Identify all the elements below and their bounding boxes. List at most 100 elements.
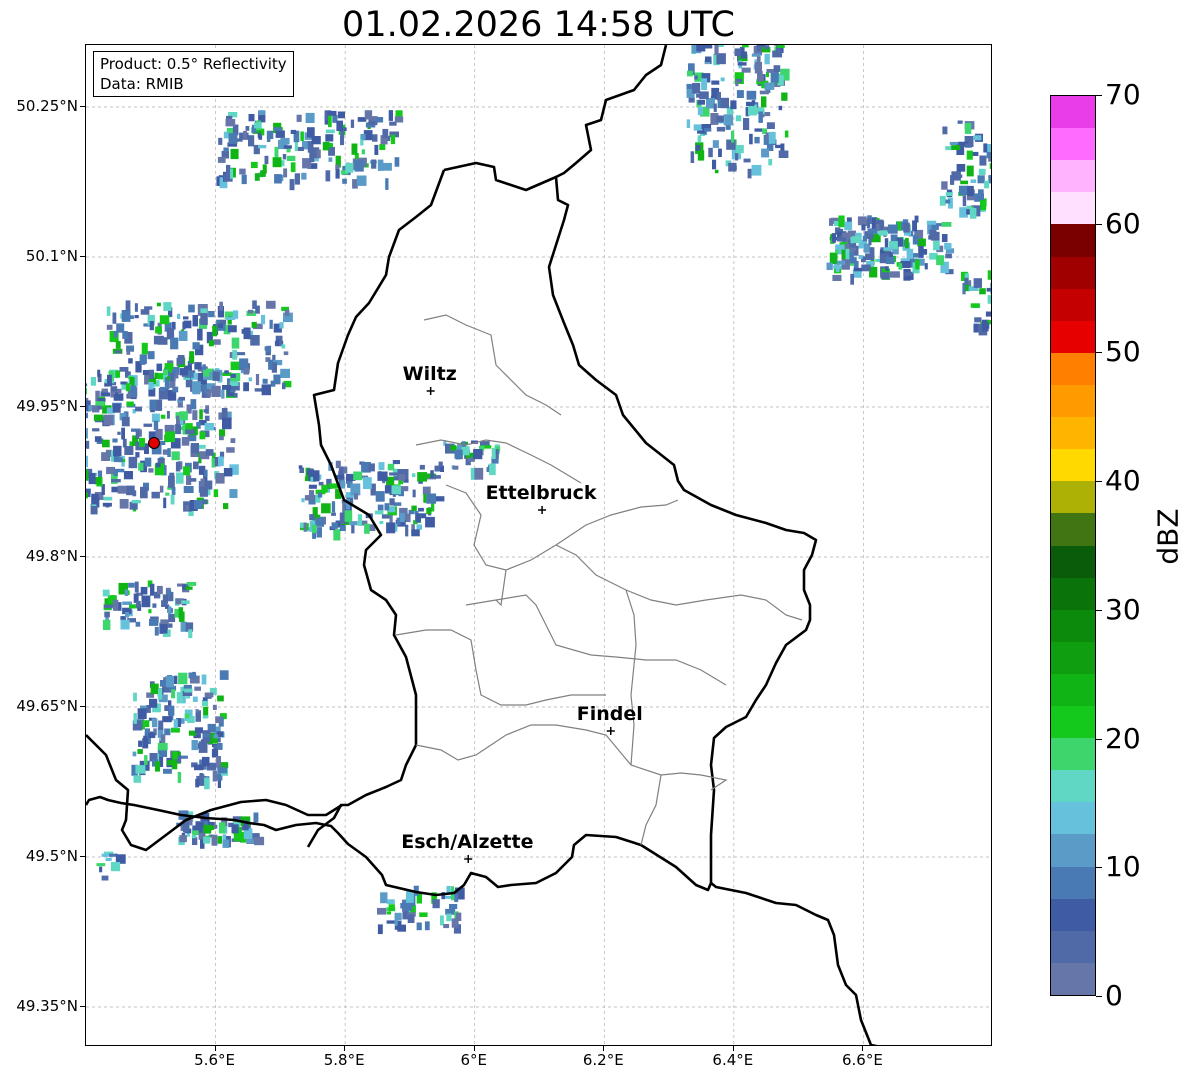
echo-pixel	[394, 157, 400, 167]
echo-pixel	[183, 466, 191, 476]
echo-pixel	[213, 704, 217, 710]
echo-pixel	[203, 836, 211, 844]
echo-pixel	[86, 383, 88, 387]
echo-pixel	[170, 727, 180, 733]
echo-pixel	[243, 382, 249, 392]
echo-pixel	[951, 171, 961, 181]
echo-pixel	[211, 458, 215, 468]
echo-pixel	[262, 378, 268, 384]
echo-pixel	[163, 302, 172, 311]
echo-pixel	[236, 138, 243, 142]
echo-pixel	[165, 492, 170, 496]
echo-pixel	[149, 321, 154, 331]
echo-pixel	[382, 162, 392, 171]
echo-pixel	[294, 173, 300, 185]
echo-pixel	[449, 904, 458, 909]
echo-pixel	[331, 512, 336, 516]
echo-pixel	[203, 368, 210, 377]
echo-pixel	[213, 339, 221, 345]
echo-pixel	[741, 67, 751, 73]
echo-pixel	[418, 507, 424, 512]
radar-map[interactable]	[85, 44, 992, 1046]
lon-tick-label: 5.6°E	[194, 1051, 235, 1069]
echo-pixel	[973, 278, 982, 288]
echo-pixel	[336, 120, 343, 131]
echo-pixel	[274, 146, 279, 158]
echo-pixel	[167, 760, 177, 766]
echo-pixel	[193, 500, 203, 509]
echo-pixel	[215, 716, 222, 724]
echo-pixel	[350, 119, 355, 128]
echo-pixel	[473, 449, 483, 460]
echo-pixel	[857, 216, 867, 226]
lat-tick-label: 50.25°N	[16, 97, 78, 115]
echo-pixel	[979, 155, 987, 166]
echo-pixel	[100, 392, 111, 397]
echo-pixel	[204, 415, 210, 421]
echo-pixel	[177, 771, 182, 783]
echo-pixel	[335, 164, 340, 170]
echo-pixel	[867, 228, 878, 234]
echo-pixel	[982, 321, 989, 332]
echo-pixel	[166, 410, 170, 419]
echo-pixel	[112, 312, 117, 324]
echo-pixel	[279, 322, 284, 329]
colorbar-segment	[1051, 127, 1095, 161]
colorbar-tick-mark	[1096, 223, 1102, 225]
city-marker	[464, 855, 473, 863]
echo-pixel	[865, 253, 874, 261]
lat-tick-mark	[80, 1006, 85, 1007]
echo-pixel	[832, 274, 842, 281]
echo-pixel	[195, 821, 204, 828]
echo-pixel	[328, 157, 333, 162]
echo-pixel	[184, 688, 193, 693]
echo-pixel	[246, 839, 254, 844]
echo-pixel	[746, 101, 755, 106]
echo-pixel	[124, 589, 129, 596]
echo-pixel	[102, 589, 110, 597]
echo-pixel	[446, 885, 451, 894]
echo-pixel	[711, 80, 720, 85]
echo-pixel	[316, 149, 321, 159]
colorbar-segment	[1051, 641, 1095, 674]
echo-pixel	[757, 70, 763, 75]
echo-pixel	[243, 368, 249, 375]
echo-pixel	[735, 80, 739, 87]
lon-tick-mark	[214, 1046, 216, 1051]
echo-pixel	[97, 398, 106, 402]
echo-pixel	[106, 466, 115, 475]
echo-pixel	[213, 489, 219, 497]
echo-pixel	[416, 922, 422, 931]
echo-pixel	[218, 456, 224, 467]
echo-pixel	[451, 889, 455, 901]
echo-pixel	[115, 340, 121, 349]
colorbar-tick-label: 0	[1105, 979, 1123, 1012]
echo-pixel	[912, 235, 919, 245]
echo-pixel	[116, 323, 125, 333]
colorbar-segment	[1051, 288, 1095, 321]
lon-tick-mark	[603, 1046, 605, 1051]
echo-pixel	[132, 751, 137, 757]
echo-pixel	[933, 240, 940, 251]
echo-pixel	[135, 406, 142, 412]
echo-pixel	[389, 498, 395, 506]
map-canvas	[86, 45, 991, 1045]
echo-pixel	[239, 168, 246, 175]
echo-pixel	[223, 468, 233, 477]
echo-pixel	[178, 607, 184, 619]
echo-pixel	[260, 170, 266, 177]
saar-border	[710, 881, 878, 1045]
echo-pixel	[219, 670, 229, 680]
echo-pixel	[272, 157, 282, 168]
echo-pixel	[377, 471, 385, 481]
echo-pixel	[757, 74, 764, 82]
echo-pixel	[281, 344, 286, 349]
echo-pixel	[942, 126, 948, 135]
echo-pixel	[931, 224, 939, 230]
echo-pixel	[945, 253, 952, 259]
colorbar	[1050, 95, 1096, 996]
echo-pixel	[936, 255, 945, 266]
echo-pixel	[248, 309, 254, 314]
echo-pixel	[885, 257, 895, 265]
echo-pixel	[311, 136, 321, 145]
